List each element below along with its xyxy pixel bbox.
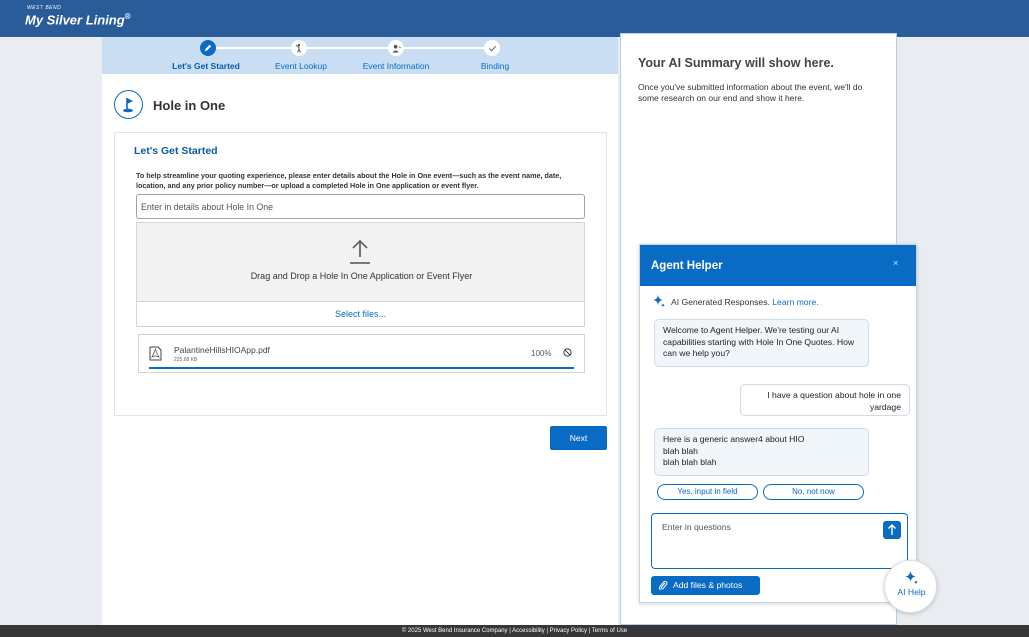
add-files-button[interactable]: Add files & photos	[651, 576, 760, 595]
step-label-event-lookup[interactable]: Event Lookup	[251, 61, 351, 71]
brand-logo[interactable]: My Silver Lining®	[25, 12, 131, 27]
agent-helper-title: Agent Helper	[651, 260, 723, 272]
file-upload-percent: 100%	[531, 349, 552, 358]
paperclip-icon	[658, 580, 668, 591]
step-label-lets-get-started[interactable]: Let's Get Started	[156, 61, 256, 71]
get-started-card: Let's Get Started To help streamline you…	[114, 132, 607, 416]
arrow-up-icon	[888, 524, 896, 535]
file-upload-progress-bar	[149, 367, 574, 369]
yes-input-in-field-button[interactable]: Yes, input in field	[657, 484, 758, 500]
stepper-line	[213, 47, 490, 49]
check-icon	[488, 45, 496, 52]
learn-more-link[interactable]: Learn more.	[772, 297, 818, 307]
event-details-input[interactable]: Enter in details about Hole In One	[136, 194, 585, 219]
upload-icon	[350, 239, 370, 264]
bot-message: Welcome to Agent Helper. We're testing o…	[654, 319, 869, 367]
bot-message-line: blah blah blah	[663, 457, 717, 467]
select-files-button[interactable]: Select files...	[136, 302, 585, 327]
quote-panel: Let's Get Started Event Lookup Event Inf…	[102, 37, 618, 625]
agent-helper-header: Agent Helper ×	[640, 245, 916, 286]
ai-help-button[interactable]: AI Help	[884, 560, 937, 613]
card-title: Let's Get Started	[134, 145, 218, 157]
user-message: I have a question about hole in one yard…	[740, 384, 910, 416]
close-icon[interactable]: ×	[893, 258, 898, 268]
uploaded-file-row: PalantineHillsHIOApp.pdf 225.68 KB 100%	[138, 334, 585, 373]
step-dot-event-information[interactable]	[388, 40, 404, 56]
send-button[interactable]	[883, 521, 901, 539]
step-label-binding[interactable]: Binding	[445, 61, 545, 71]
step-dot-binding[interactable]	[484, 40, 500, 56]
dropzone-text: Drag and Drop a Hole In One Application …	[250, 271, 473, 281]
golfer-icon	[295, 43, 301, 53]
file-size: 225.68 KB	[174, 357, 198, 363]
sparkle-icon	[653, 295, 665, 308]
pencil-icon	[204, 44, 212, 52]
step-dot-event-lookup[interactable]	[291, 40, 307, 56]
brand-registered-mark: ®	[124, 12, 131, 21]
next-button[interactable]: Next	[550, 426, 607, 450]
brand-small-text: WEST BEND	[27, 5, 62, 11]
page-title: Hole in One	[153, 98, 226, 113]
step-label-event-information[interactable]: Event Information	[346, 61, 446, 71]
top-bar: WEST BEND My Silver Lining®	[0, 0, 1029, 37]
card-description: To help streamline your quoting experien…	[136, 171, 562, 190]
summary-title: Your AI Summary will show here.	[638, 56, 834, 70]
sparkle-icon	[905, 571, 918, 585]
brand-name: My Silver Lining	[25, 12, 125, 28]
ai-help-label: AI Help	[897, 587, 926, 597]
cancel-upload-icon[interactable]	[563, 348, 572, 357]
ai-generated-notice: AI Generated Responses. Learn more.	[671, 297, 819, 307]
bot-message-line: Here is a generic answer4 about HIO	[663, 434, 805, 444]
bot-message: Here is a generic answer4 about HIO blah…	[654, 428, 869, 476]
file-dropzone[interactable]: Drag and Drop a Hole In One Application …	[136, 222, 585, 302]
pdf-file-icon	[149, 346, 162, 361]
person-icon	[391, 44, 401, 53]
golf-flag-icon	[114, 90, 143, 119]
ai-generated-text: AI Generated Responses.	[671, 297, 770, 307]
bot-message-line: blah blah	[663, 445, 698, 456]
question-placeholder: Enter in questions	[662, 522, 731, 532]
file-upload-progress-fill	[149, 367, 574, 369]
file-name: PalantineHillsHIOApp.pdf	[174, 345, 270, 355]
progress-stepper: Let's Get Started Event Lookup Event Inf…	[102, 37, 618, 74]
step-dot-lets-get-started[interactable]	[200, 40, 216, 56]
summary-text: Once you've submitted information about …	[638, 82, 863, 103]
add-files-label: Add files & photos	[673, 580, 743, 590]
question-input[interactable]: Enter in questions	[651, 513, 908, 569]
footer: © 2025 West Bend Insurance Company | Acc…	[0, 625, 1029, 637]
no-not-now-button[interactable]: No, not now	[763, 484, 864, 500]
agent-helper-panel: Agent Helper × AI Generated Responses. L…	[639, 244, 917, 603]
